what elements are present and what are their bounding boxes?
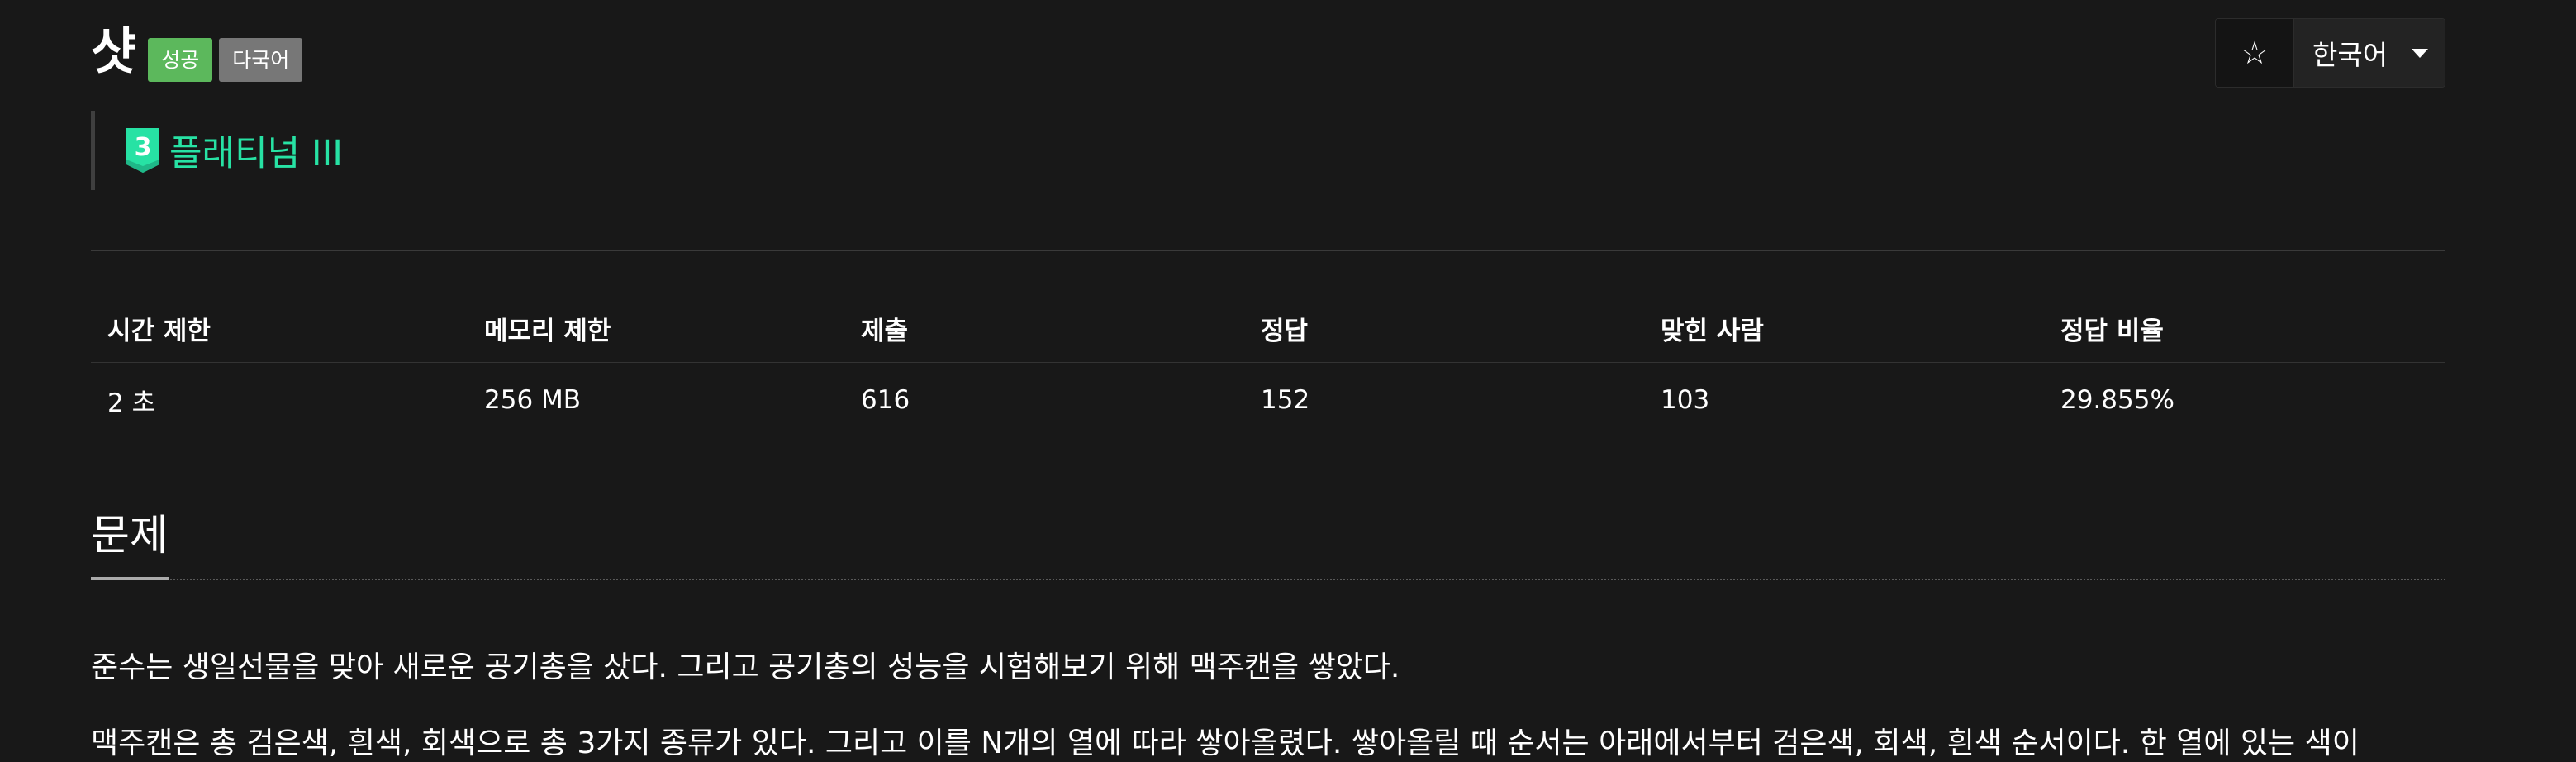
value-submissions[interactable]: 616 <box>844 363 1244 438</box>
header-memory-limit: 메모리 제한 <box>468 294 844 363</box>
header-time-limit: 시간 제한 <box>91 294 468 363</box>
problem-info-table: 시간 제한 메모리 제한 제출 정답 맞힌 사람 정답 비율 2 초 256 M… <box>91 294 2445 437</box>
problem-paragraph: 준수는 생일선물을 맞아 새로운 공기총을 샀다. 그리고 공기총의 성능을 시… <box>91 650 1400 684</box>
value-accept-ratio: 29.855% <box>2060 385 2174 415</box>
problem-title: 샷 <box>91 23 137 81</box>
value-time-limit: 2 초 <box>107 388 156 418</box>
language-selected: 한국어 <box>2312 39 2388 71</box>
tier-number: 3 <box>135 133 152 162</box>
star-icon: ☆ <box>2240 35 2269 71</box>
solved-badge: 성공 <box>148 37 213 82</box>
problem-page: 샷 성공 다국어 ☆ 한국어 3 플래티넘 III 시간 제한 메모리 제한 제… <box>91 0 2445 760</box>
caret-down-icon <box>2412 48 2428 58</box>
tier-blockquote: 3 플래티넘 III <box>91 111 343 190</box>
tier-link[interactable]: 플래티넘 III <box>169 125 343 176</box>
tier-badge-icon: 3 <box>126 128 159 173</box>
divider <box>91 250 2445 251</box>
section-divider <box>91 579 2445 580</box>
header-accepted: 정답 <box>1244 294 1644 363</box>
multilang-badge: 다국어 <box>219 37 303 82</box>
table-header-row: 시간 제한 메모리 제한 제출 정답 맞힌 사람 정답 비율 <box>91 294 2445 363</box>
problem-controls: ☆ 한국어 <box>2215 18 2445 88</box>
header-submissions: 제출 <box>844 294 1244 363</box>
problem-header: 샷 성공 다국어 <box>91 15 309 89</box>
section-heading: 문제 <box>91 512 169 560</box>
language-dropdown[interactable]: 한국어 <box>2294 19 2445 87</box>
value-accepted[interactable]: 152 <box>1244 363 1644 438</box>
value-solved-users[interactable]: 103 <box>1644 363 2044 438</box>
section-heading-underline <box>91 577 169 580</box>
value-memory-limit: 256 MB <box>484 385 582 415</box>
star-button[interactable]: ☆ <box>2216 19 2294 87</box>
header-solved-users: 맞힌 사람 <box>1644 294 2044 363</box>
header-accept-ratio: 정답 비율 <box>2044 294 2445 363</box>
table-row: 2 초 256 MB 616 152 103 29.855% <box>91 363 2445 438</box>
problem-paragraph: 맥주캔은 총 검은색, 흰색, 회색으로 총 3가지 종류가 있다. 그리고 이… <box>91 726 2360 760</box>
